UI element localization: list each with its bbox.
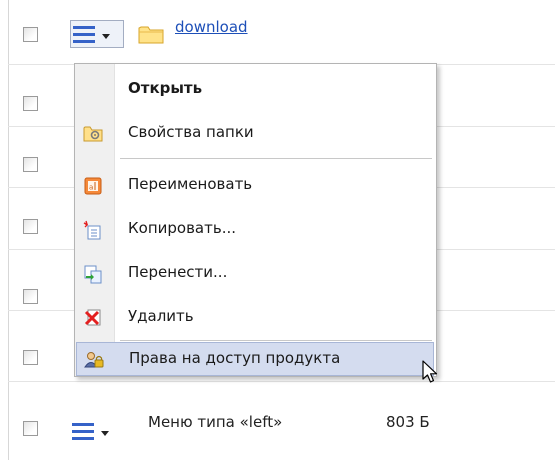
- row-checkbox[interactable]: [23, 96, 38, 111]
- svg-text:a: a: [89, 184, 93, 192]
- context-menu: Открыть Свойства папки a Переименовать К…: [74, 63, 437, 377]
- rename-icon: a: [84, 177, 102, 195]
- row-checkbox[interactable]: [23, 421, 38, 436]
- row-checkbox[interactable]: [23, 157, 38, 172]
- menu-item-delete[interactable]: Удалить: [75, 300, 436, 334]
- file-name[interactable]: Меню типа «left»: [148, 413, 282, 431]
- menu-item-label: Переименовать: [128, 175, 253, 193]
- row-checkbox[interactable]: [23, 289, 38, 304]
- menu-item-label: Права на доступ продукта: [129, 349, 341, 367]
- menu-item-label: Свойства папки: [128, 123, 254, 141]
- folder-properties-icon: [83, 126, 103, 142]
- menu-separator: [120, 340, 432, 341]
- row-checkbox[interactable]: [23, 350, 38, 365]
- chevron-down-icon: [102, 34, 110, 39]
- file-size: 803 Б: [386, 413, 430, 431]
- menu-item-move[interactable]: Перенести...: [75, 256, 436, 290]
- row-divider: [8, 381, 555, 382]
- menu-item-rename[interactable]: a Переименовать: [75, 168, 436, 202]
- row-checkbox[interactable]: [23, 27, 38, 42]
- mouse-pointer-icon: [422, 360, 438, 383]
- menu-item-access-rights[interactable]: Права на доступ продукта: [76, 342, 434, 376]
- list-menu-icon: [72, 423, 94, 440]
- menu-item-label: Копировать...: [128, 219, 236, 237]
- list-left-border: [8, 0, 9, 460]
- chevron-down-icon: [101, 431, 109, 436]
- menu-item-label: Открыть: [128, 79, 203, 97]
- list-menu-icon: [73, 26, 95, 43]
- folder-link-download[interactable]: download: [175, 18, 248, 36]
- menu-item-folder-properties[interactable]: Свойства папки: [75, 116, 436, 150]
- row-checkbox[interactable]: [23, 219, 38, 234]
- row-actions-button[interactable]: [70, 418, 122, 444]
- menu-item-copy[interactable]: Копировать...: [75, 212, 436, 246]
- menu-separator: [120, 158, 432, 159]
- delete-icon: [84, 309, 101, 326]
- row-actions-button[interactable]: [70, 20, 124, 48]
- menu-item-label: Перенести...: [128, 263, 228, 281]
- access-rights-icon: [84, 352, 104, 368]
- folder-icon: [138, 26, 164, 44]
- menu-item-label: Удалить: [128, 307, 194, 325]
- copy-icon: [83, 220, 101, 240]
- move-icon: [84, 265, 102, 284]
- menu-item-open[interactable]: Открыть: [75, 72, 436, 106]
